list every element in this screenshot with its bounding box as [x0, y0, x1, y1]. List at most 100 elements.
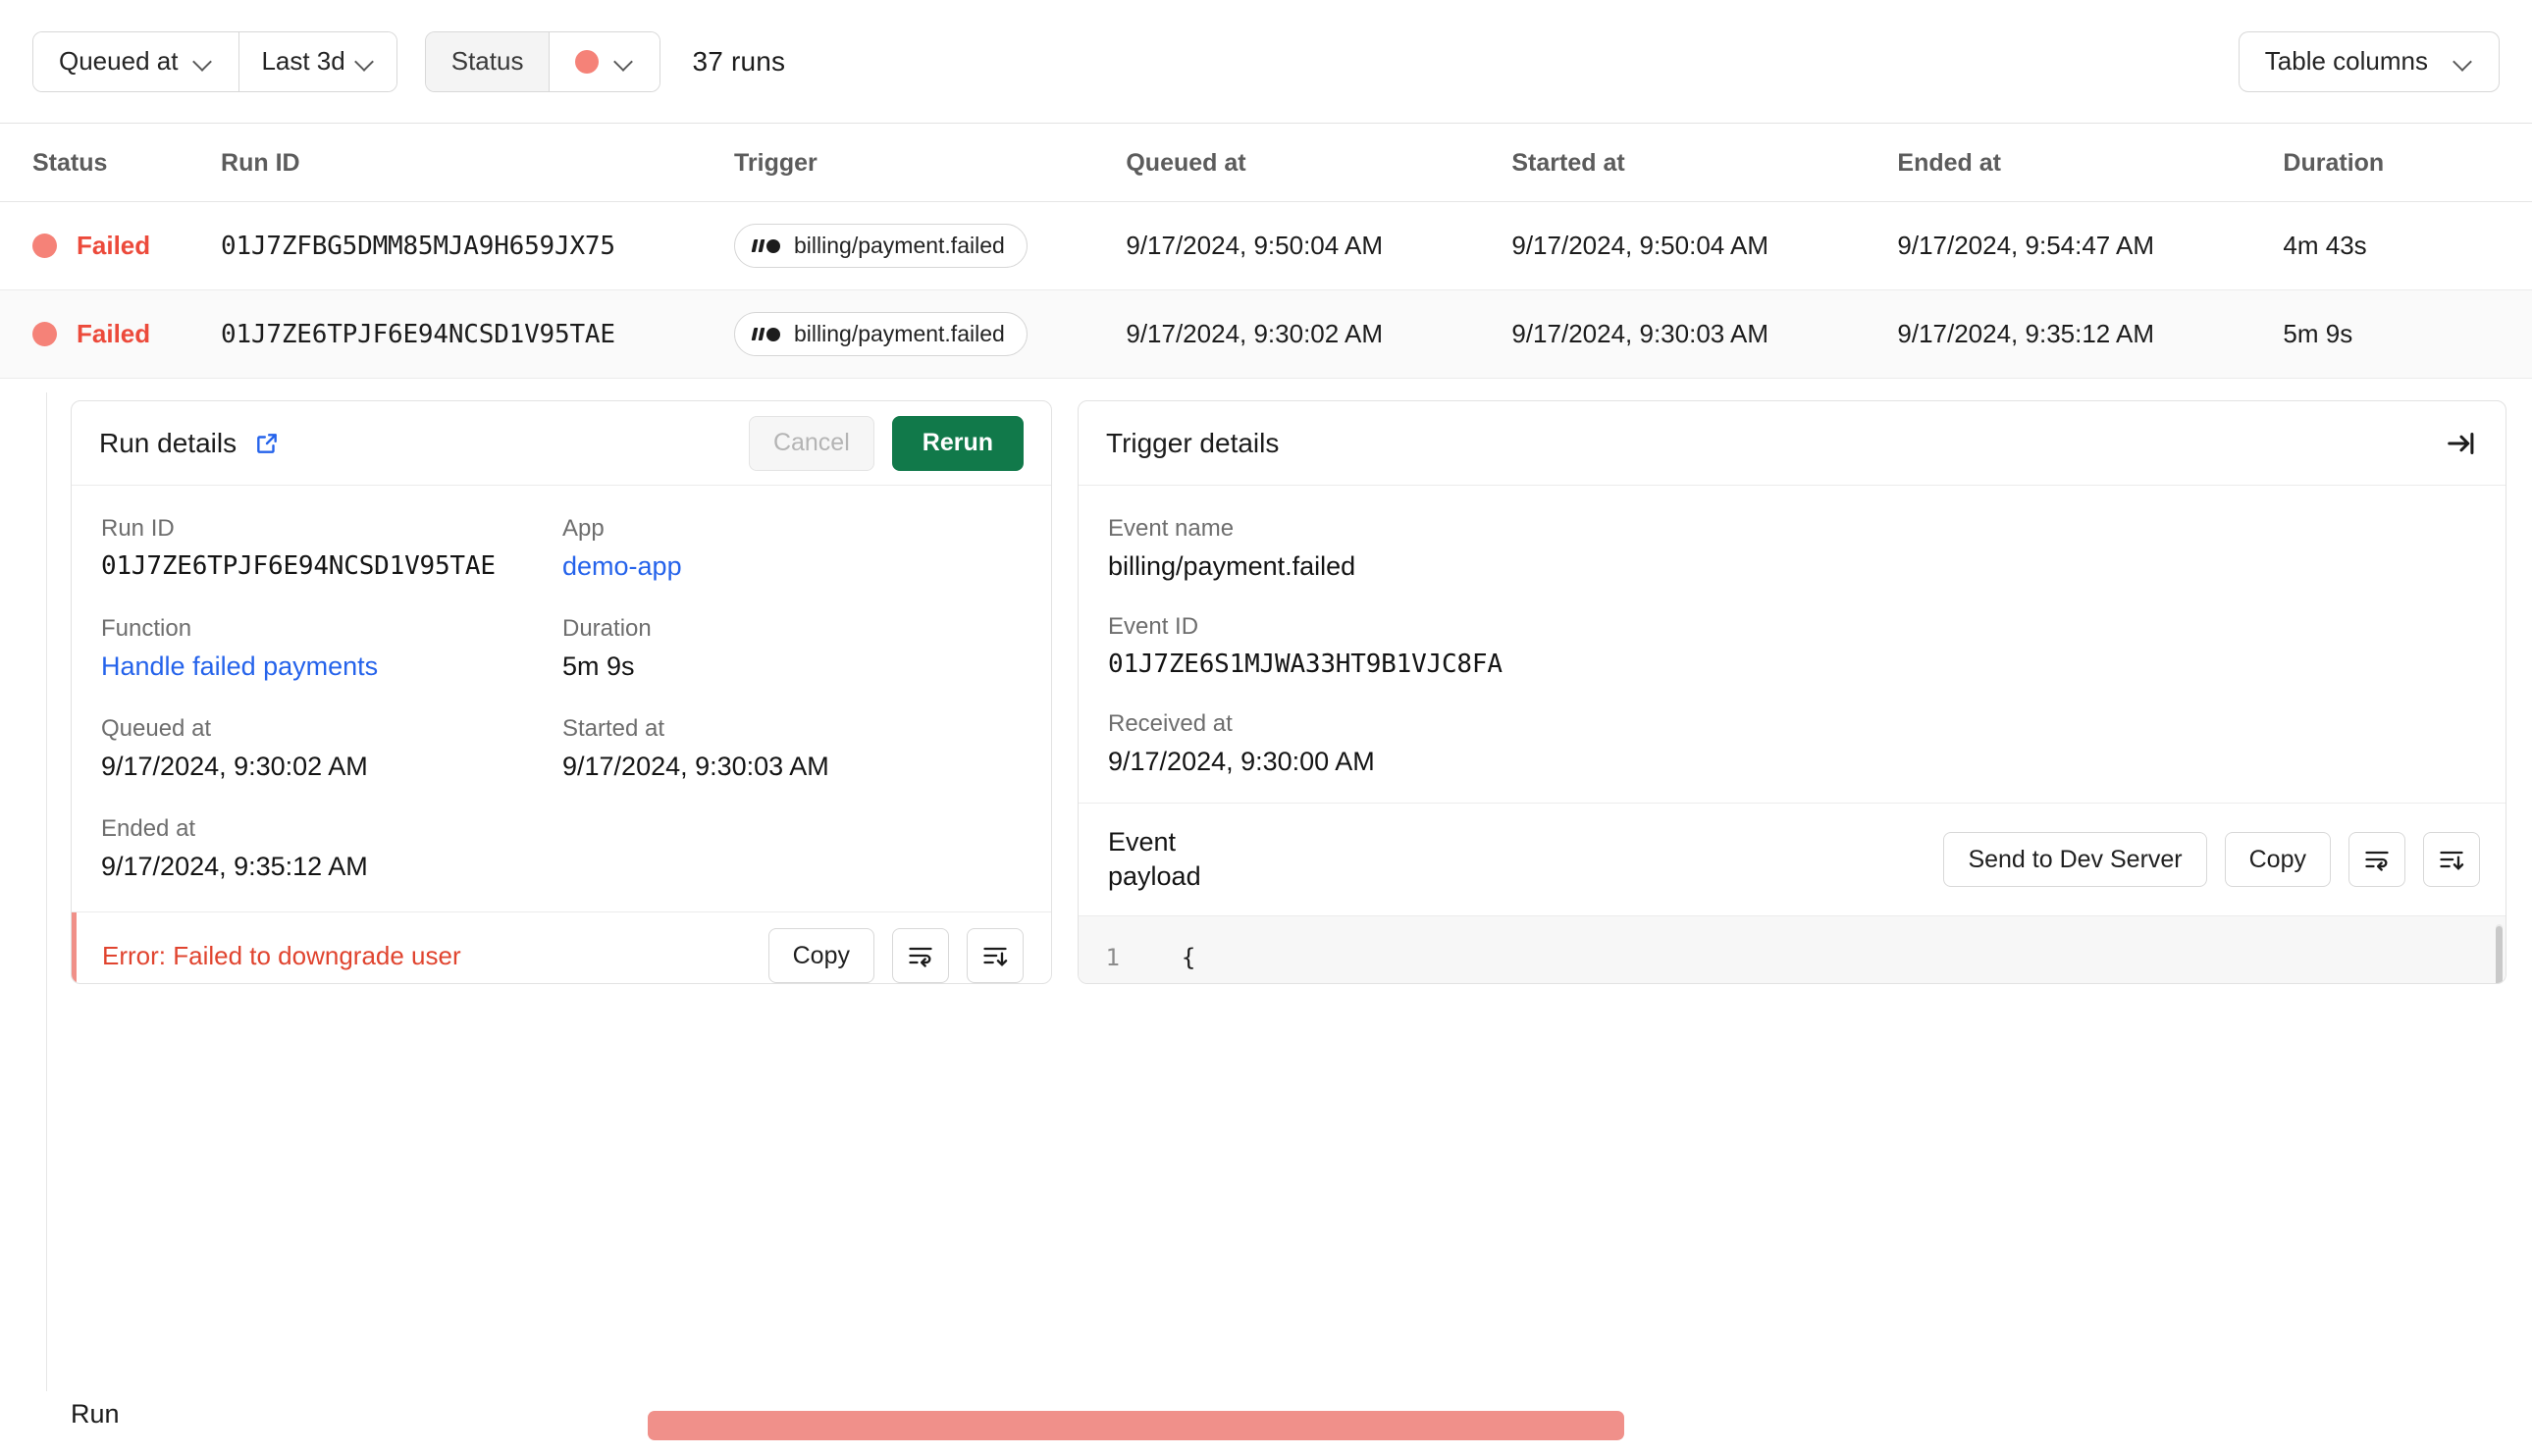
- cell-queued-at: 9/17/2024, 9:50:04 AM: [1126, 201, 1512, 290]
- json-token: {: [1181, 944, 1196, 972]
- trigger-fields: Event name billing/payment.failed Event …: [1079, 486, 2506, 803]
- field-queued-at-label: Queued at: [101, 715, 212, 742]
- table-row[interactable]: Failed 01J7ZFBG5DMM85MJA9H659JX75 billin…: [0, 201, 2532, 290]
- expand-lines-icon[interactable]: [2423, 832, 2480, 888]
- field-event-id-label: Event ID: [1108, 613, 1199, 640]
- cell-trigger: billing/payment.failed: [734, 289, 1127, 379]
- copy-button[interactable]: Copy: [767, 928, 874, 983]
- text-wrap-icon[interactable]: [892, 928, 949, 983]
- field-event-id-value: 01J7ZE6S1MJWA33HT9B1VJC8FA: [1108, 650, 1503, 679]
- field-event-name: Event name billing/payment.failed: [1108, 515, 2476, 582]
- field-received-at-label: Received at: [1108, 710, 1233, 737]
- runs-count: 37 runs: [692, 45, 786, 77]
- timeline-run-label: Run: [71, 1399, 120, 1429]
- timeline-run-bar[interactable]: [648, 1411, 1624, 1440]
- payload-scrollbar-thumb[interactable]: [2496, 926, 2503, 983]
- field-run-id-value: 01J7ZE6TPJF6E94NCSD1V95TAE: [101, 551, 496, 581]
- cell-run-id: 01J7ZFBG5DMM85MJA9H659JX75: [221, 201, 734, 290]
- detail-panes: Run details Cancel Rerun Run ID 01J7ZE6T…: [0, 379, 2532, 984]
- column-header-trigger[interactable]: Trigger: [734, 124, 1127, 202]
- field-started-at: Started at 9/17/2024, 9:30:03 AM: [562, 715, 1024, 782]
- copy-button[interactable]: Copy: [2224, 832, 2331, 888]
- chevron-down-icon: [355, 52, 375, 72]
- table-columns-button[interactable]: Table columns: [2238, 30, 2500, 92]
- cancel-button[interactable]: Cancel: [748, 415, 874, 471]
- filter-last-3d-label: Last 3d: [261, 46, 345, 76]
- run-details-header: Run details Cancel Rerun: [72, 401, 1051, 486]
- payload-line: 1 {: [1079, 932, 2506, 983]
- field-run-id: Run ID 01J7ZE6TPJF6E94NCSD1V95TAE: [101, 515, 562, 582]
- column-header-ended-at[interactable]: Ended at: [1897, 124, 2284, 202]
- field-app-label: App: [562, 515, 605, 542]
- field-event-name-value: billing/payment.failed: [1108, 551, 1356, 581]
- cell-duration: 4m 43s: [2283, 201, 2532, 290]
- timeline-strip: Run: [0, 1391, 2532, 1456]
- status-filter-group: Status: [424, 30, 661, 92]
- text-wrap-icon[interactable]: [2348, 832, 2405, 888]
- table-header-row: Status Run ID Trigger Queued at Started …: [0, 124, 2532, 202]
- run-error-header: Error: Failed to downgrade user Copy: [72, 912, 1051, 983]
- run-actions: Cancel Rerun: [748, 415, 1024, 471]
- table-row[interactable]: Failed 01J7ZE6TPJF6E94NCSD1V95TAE billin…: [0, 289, 2532, 379]
- field-received-at: Received at 9/17/2024, 9:30:00 AM: [1108, 710, 2476, 777]
- runs-table: Status Run ID Trigger Queued at Started …: [0, 124, 2532, 379]
- field-function-value[interactable]: Handle failed payments: [101, 651, 562, 682]
- run-details-fields: Run ID 01J7ZE6TPJF6E94NCSD1V95TAE App de…: [72, 486, 1051, 911]
- field-ended-at-label: Ended at: [101, 815, 196, 842]
- chevron-down-icon: [2453, 52, 2473, 72]
- status-filter-value[interactable]: [549, 31, 660, 91]
- line-number: 1: [1105, 944, 1120, 972]
- filter-queued-at[interactable]: Queued at: [33, 31, 239, 91]
- field-ended-at-value: 9/17/2024, 9:35:12 AM: [101, 852, 368, 881]
- chevron-down-icon: [614, 52, 634, 72]
- field-queued-at-value: 9/17/2024, 9:30:02 AM: [101, 752, 368, 781]
- trigger-pill[interactable]: billing/payment.failed: [734, 312, 1028, 356]
- cell-status: Failed: [0, 289, 222, 379]
- field-duration: Duration 5m 9s: [562, 615, 1024, 682]
- field-started-at-label: Started at: [562, 715, 665, 742]
- cell-status: Failed: [0, 201, 222, 290]
- trigger-details-header: Trigger details: [1079, 401, 2506, 486]
- trigger-details-panel: Trigger details Event name billing/payme…: [1078, 400, 2506, 984]
- table-columns-label: Table columns: [2264, 46, 2428, 76]
- column-header-run-id[interactable]: Run ID: [221, 124, 734, 202]
- status-dot-icon: [32, 322, 57, 346]
- field-run-id-label: Run ID: [101, 515, 175, 542]
- event-payload-label: Event payload: [1108, 827, 1201, 892]
- line-text: {: [1153, 932, 2506, 983]
- detail-gutter-rule: [46, 392, 47, 1456]
- trigger-details-title: Trigger details: [1106, 427, 1280, 458]
- expand-lines-icon[interactable]: [967, 928, 1024, 983]
- trigger-pill[interactable]: billing/payment.failed: [734, 224, 1028, 268]
- chevron-down-icon: [193, 52, 213, 72]
- status-badge: Failed: [77, 231, 151, 260]
- collapse-panel-icon[interactable]: [2445, 429, 2478, 458]
- external-link-icon[interactable]: [254, 431, 280, 456]
- event-icon: [751, 238, 780, 253]
- run-details-panel: Run details Cancel Rerun Run ID 01J7ZE6T…: [71, 400, 1052, 984]
- cell-ended-at: 9/17/2024, 9:35:12 AM: [1897, 289, 2284, 379]
- status-badge: Failed: [77, 319, 151, 348]
- status-dot-icon: [575, 49, 600, 74]
- field-received-at-value: 9/17/2024, 9:30:00 AM: [1108, 747, 1375, 776]
- field-app-value[interactable]: demo-app: [562, 551, 1024, 582]
- filter-queued-at-label: Queued at: [59, 46, 179, 76]
- error-message: Error: Failed to downgrade user: [102, 940, 461, 970]
- column-header-duration[interactable]: Duration: [2283, 124, 2532, 202]
- column-header-started-at[interactable]: Started at: [1511, 124, 1898, 202]
- event-icon: [751, 327, 780, 341]
- send-to-dev-server-button[interactable]: Send to Dev Server: [1943, 832, 2207, 888]
- event-payload-code[interactable]: 1 {2 "name": "billing/payment.failed",3 …: [1079, 915, 2506, 983]
- page-title: Run details: [99, 427, 237, 458]
- status-filter-label: Status: [450, 46, 524, 76]
- error-actions: Copy: [767, 928, 1024, 983]
- cell-trigger: billing/payment.failed: [734, 201, 1127, 290]
- filter-last-3d[interactable]: Last 3d: [238, 31, 396, 91]
- cell-queued-at: 9/17/2024, 9:30:02 AM: [1126, 289, 1512, 379]
- column-header-queued-at[interactable]: Queued at: [1126, 124, 1512, 202]
- field-event-id: Event ID 01J7ZE6S1MJWA33HT9B1VJC8FA: [1108, 613, 2476, 679]
- runs-toolbar: Queued at Last 3d Status 37 runs Table c…: [0, 0, 2532, 124]
- rerun-button[interactable]: Rerun: [891, 415, 1024, 471]
- field-queued-at: Queued at 9/17/2024, 9:30:02 AM: [101, 715, 562, 782]
- column-header-status[interactable]: Status: [0, 124, 222, 202]
